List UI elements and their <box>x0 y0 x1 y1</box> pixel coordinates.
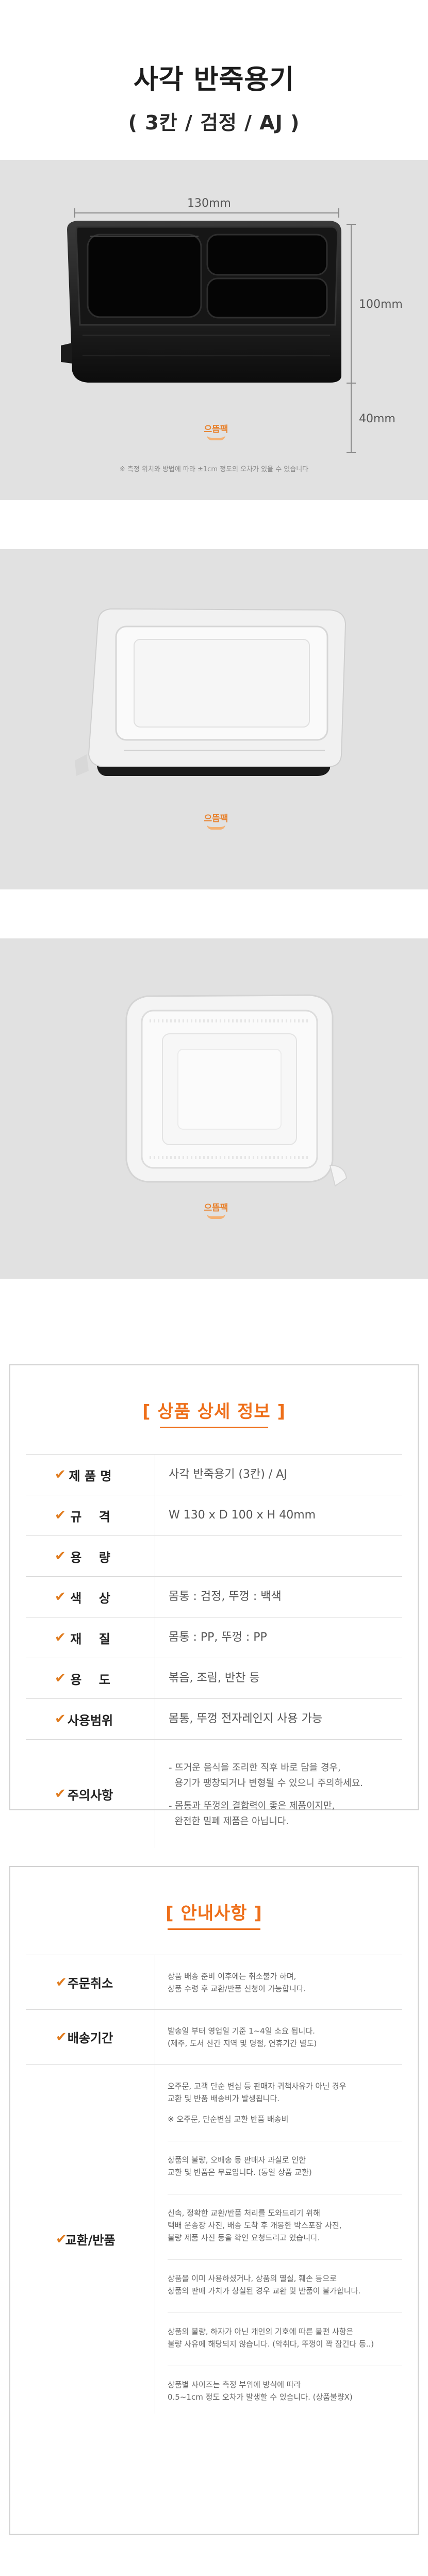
check-icon: ✔ <box>55 1589 66 1605</box>
guide-section: [ 안내사항 ] ✔ 주문취소 상품 배송 준비 이후에는 취소불가 하며, 상품… <box>9 1866 419 2535</box>
product-photo-dimensions: 130mm 100mm 40mm 으뜸팩 ※ 측정 위치와 방법에 따라 ±1c… <box>0 160 428 500</box>
page-title: 사각 반죽용기 <box>133 64 295 95</box>
exchange-block-6: 상품별 사이즈는 측정 부위에 방식에 따라 0.5~1cm 정도 오차가 발생… <box>168 2380 353 2402</box>
dimension-height-label: 40mm <box>359 412 396 425</box>
guide-section-title: [ 안내사항 ] <box>166 1903 262 1924</box>
check-icon: ✔ <box>56 1974 67 1990</box>
guide-table: ✔ 주문취소 상품 배송 준비 이후에는 취소불가 하며, 상품 수령 후 교환/… <box>26 1955 402 2414</box>
spec-row-caution: ✔ 주의사항 - 뜨거운 음식을 조리한 직후 바로 담을 경우, 용기가 팽창되… <box>26 1740 402 1848</box>
product-photo-lid-top: 으뜸팩 <box>0 938 428 1279</box>
check-icon: ✔ <box>56 2231 67 2247</box>
spec-row-capacity: ✔ 용 량 <box>26 1536 402 1577</box>
brand-logo: 으뜸팩 <box>202 422 231 447</box>
exchange-block-2: 상품의 불량, 오배송 등 판매자 과실로 인한 교환 및 반품은 무료입니다.… <box>168 2141 402 2194</box>
check-icon: ✔ <box>56 2029 67 2045</box>
guide-row-delivery: ✔ 배송기간 발송일 부터 영업일 기준 1~4일 소요 됩니다. (제주, 도서… <box>26 2010 402 2065</box>
exchange-block-1: 오주문, 고객 단순 변심 등 판매자 귀책사유가 아닌 경우 교환 및 반품 … <box>168 2071 402 2141</box>
check-icon: ✔ <box>55 1508 66 1523</box>
exchange-block-4: 상품을 이미 사용하셨거나, 상품의 멸실, 훼손 등으로 상품의 판매 가치가… <box>168 2260 402 2313</box>
dimension-depth-label: 100mm <box>359 298 403 311</box>
spec-row-color: ✔ 색 상 몸통 : 검정, 뚜껑 : 백색 <box>26 1577 402 1617</box>
check-icon: ✔ <box>55 1711 66 1727</box>
exchange-block-5: 상품의 불량, 하자가 아닌 개인의 기호에 따른 불편 사항은 불량 사유에 … <box>168 2313 402 2366</box>
guide-row-exchange: ✔ 교환/반품 오주문, 고객 단순 변심 등 판매자 귀책사유가 아닌 경우 교… <box>26 2065 402 2414</box>
lidded-container-illustration <box>75 608 347 776</box>
check-icon: ✔ <box>55 1671 66 1686</box>
exchange-block-3: 신속, 정확한 교환/반품 처리를 도와드리기 위해 택배 운송장 사진, 배송… <box>168 2194 402 2260</box>
brand-logo: 으뜸팩 <box>202 1200 231 1225</box>
spec-row-material: ✔ 재 질 몸통 : PP, 뚜껑 : PP <box>26 1617 402 1658</box>
measurement-note: ※ 측정 위치와 방법에 따라 ±1cm 정도의 오차가 있을 수 있습니다 <box>119 466 309 473</box>
check-icon: ✔ <box>55 1786 66 1802</box>
lid-top-illustration <box>125 994 348 1187</box>
spec-row-size: ✔ 규 격 W 130 x D 100 x H 40mm <box>26 1495 402 1536</box>
black-container-illustration <box>61 208 356 453</box>
guide-row-order-cancel: ✔ 주문취소 상품 배송 준비 이후에는 취소불가 하며, 상품 수령 후 교환/… <box>26 1955 402 2010</box>
page-header: 사각 반죽용기 ( 3칸 / 검정 / AJ ) <box>0 0 428 160</box>
spec-section-title: [ 상품 상세 정보 ] <box>142 1401 286 1422</box>
product-spec-section: [ 상품 상세 정보 ] ✔ 제 품 명 사각 반죽용기 (3칸) / AJ ✔ 규… <box>9 1364 419 1848</box>
spec-row-usage: ✔ 용 도 볶음, 조림, 반찬 등 <box>26 1658 402 1699</box>
brand-logo: 으뜸팩 <box>202 811 231 836</box>
dimension-width-label: 130mm <box>187 197 231 210</box>
page-subtitle: ( 3칸 / 검정 / AJ ) <box>128 111 300 134</box>
product-photo-lidded: 으뜸팩 <box>0 549 428 889</box>
spec-row-name: ✔ 제 품 명 사각 반죽용기 (3칸) / AJ <box>26 1455 402 1495</box>
check-icon: ✔ <box>55 1630 66 1645</box>
check-icon: ✔ <box>55 1467 66 1482</box>
spec-row-range: ✔ 사용범위 몸통, 뚜껑 전자레인지 사용 가능 <box>26 1699 402 1740</box>
spec-table: ✔ 제 품 명 사각 반죽용기 (3칸) / AJ ✔ 규 격 W 130 x D … <box>26 1454 402 1848</box>
check-icon: ✔ <box>55 1548 66 1564</box>
